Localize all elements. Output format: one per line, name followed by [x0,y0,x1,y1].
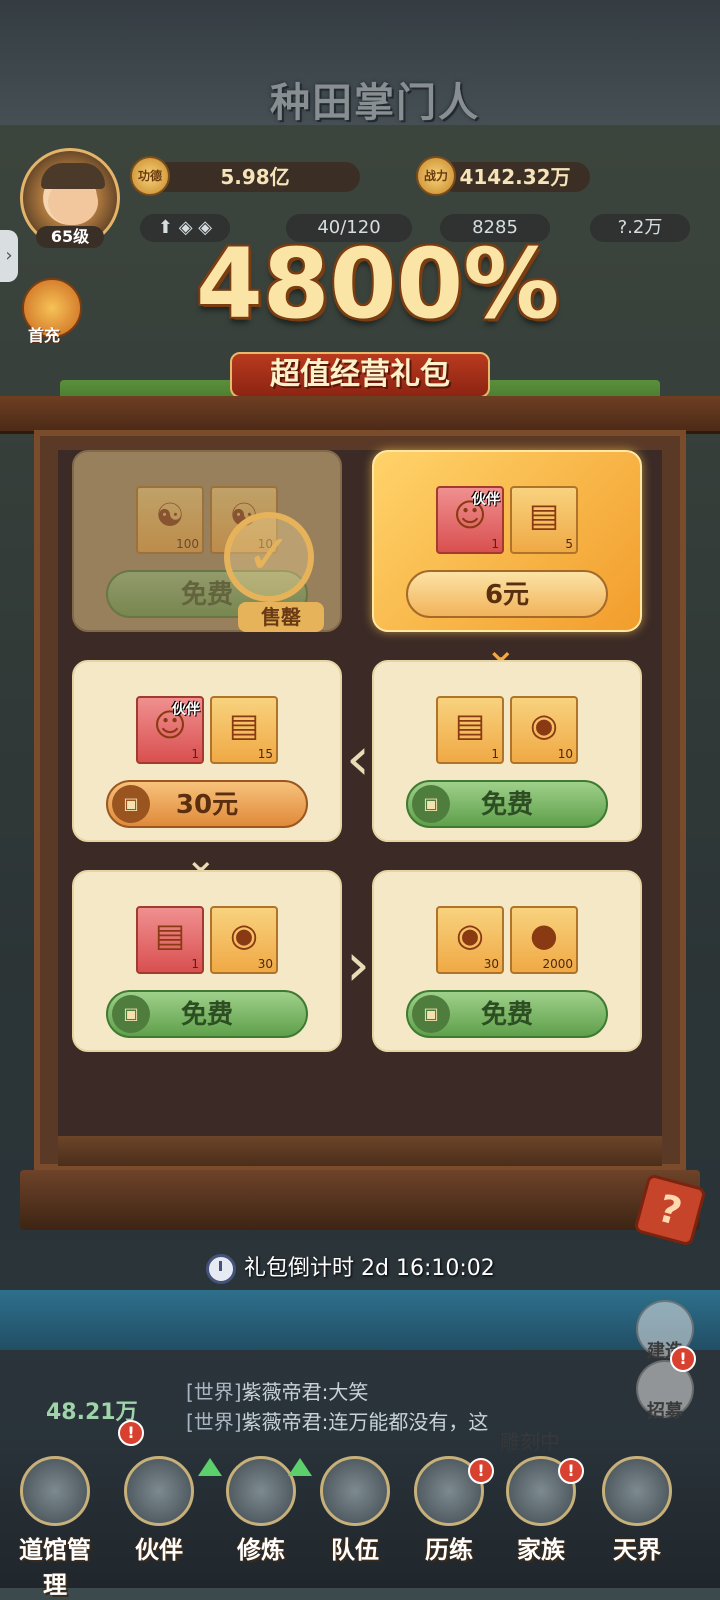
gift-card-3: ☺ 伙伴 1 ▤ 15 ▣ 30元 [72,660,342,842]
notification-badge: ! [468,1458,494,1484]
side-expand-arrow[interactable]: › [0,230,18,282]
merit-stat: 5.98亿 [150,162,360,192]
notification-badge: ! [558,1458,584,1484]
partner-reward-item[interactable]: ☺ 伙伴 1 [136,696,204,764]
countdown-label: 礼包倒计时 [244,1256,355,1281]
first-charge-label: 首充 [28,326,61,345]
nav-heaven[interactable]: 天界 [594,1456,680,1582]
buy-button[interactable]: 6元 [406,570,608,618]
avatar-hat [41,163,105,189]
gift-box-icon: ▣ [112,785,150,823]
water-decoration [0,1290,720,1350]
cultivate-icon [226,1456,296,1526]
heaven-icon [602,1456,672,1526]
nav-team[interactable]: 队伍 [312,1456,398,1582]
gift-card-6: ◉ 30 ● 2000 ▣ 免费 [372,870,642,1052]
sold-out-label: 售罄 [238,602,324,632]
resource-stat-3: ?.2万 [590,214,690,242]
reward-item[interactable]: ▤ 15 [210,696,278,764]
notification-badge: ! [118,1420,144,1446]
dojo-icon [20,1456,90,1526]
sold-check-icon: ✓ [224,512,314,602]
chat-text: 紫薇帝君:大笑 [241,1380,369,1404]
chat-channel: [世界] [186,1380,242,1404]
cabinet-roof [0,396,720,434]
reward-item[interactable]: ▤ 1 [436,696,504,764]
pack-title: 超值经营礼包 [230,352,490,398]
power-icon: 战力 [416,156,456,196]
upgrade-arrow-icon [288,1458,312,1476]
chat-line[interactable]: [世界]紫薇帝君:大笑 [186,1376,368,1405]
countdown-timer: 礼包倒计时 2d 16:10:02 [244,1252,495,1286]
clock-icon [206,1254,236,1284]
player-level: 65级 [36,226,104,248]
buy-button[interactable]: ▣ 30元 [106,780,308,828]
button-label: 免费 [180,1000,233,1030]
team-icon [320,1456,390,1526]
partner-icon [124,1456,194,1526]
gift-card-4: ▤ 1 ◉ 10 ▣ 免费 [372,660,642,842]
chevron-right-icon: › [346,930,370,1000]
chat-text: 紫薇帝君:连万能都没有，这 [241,1410,489,1434]
claim-button[interactable]: ▣ 免费 [106,990,308,1038]
claim-button[interactable]: ▣ 免费 [406,990,608,1038]
claim-button[interactable]: ▣ 免费 [406,780,608,828]
gift-card-5: ▤ 1 ◉ 30 ▣ 免费 [72,870,342,1052]
price-label: 30元 [175,790,239,820]
gift-box-icon: ▣ [412,995,450,1033]
cabinet-shelf [58,1136,662,1166]
gift-card-2: ☺ 伙伴 1 ▤ 5 6元 [372,450,642,632]
reward-item[interactable]: ☯ 100 [136,486,204,554]
nav-label: 天界 [613,1535,661,1564]
nav-label: 队伍 [331,1535,379,1564]
reward-item[interactable]: ◉ 10 [510,696,578,764]
cabinet-base [20,1170,700,1230]
notification-badge: ! [670,1346,696,1372]
nav-label: 道馆管理 [19,1535,91,1599]
gift-box-icon: ▣ [412,785,450,823]
chat-line[interactable]: [世界]紫薇帝君:连万能都没有，这 [186,1406,488,1435]
nav-label: 伙伴 [135,1535,183,1564]
reward-item[interactable]: ● 2000 [510,906,578,974]
merit-icon: 功德 [130,156,170,196]
reward-item[interactable]: ◉ 30 [436,906,504,974]
reward-item[interactable]: ▤ 1 [136,906,204,974]
button-label: 免费 [480,1000,533,1030]
nav-label: 修炼 [237,1535,285,1564]
chat-channel: [世界] [186,1410,242,1434]
reward-item[interactable]: ◉ 30 [210,906,278,974]
chevron-left-icon: ‹ [346,724,370,794]
nav-label: 家族 [517,1535,565,1564]
power-stat: 4142.32万 [440,162,590,192]
nav-partner[interactable]: 伙伴 [116,1456,202,1582]
partner-reward-item[interactable]: ☺ 伙伴 1 [436,486,504,554]
nav-dojo-management[interactable]: 道馆管理 [12,1456,98,1599]
reward-item[interactable]: ▤ 5 [510,486,578,554]
gift-box-icon: ▣ [112,995,150,1033]
countdown-value: 2d 16:10:02 [361,1256,495,1281]
nav-label: 历练 [425,1535,473,1564]
bonus-percent: 4800% [196,228,560,340]
button-label: 免费 [480,790,533,820]
